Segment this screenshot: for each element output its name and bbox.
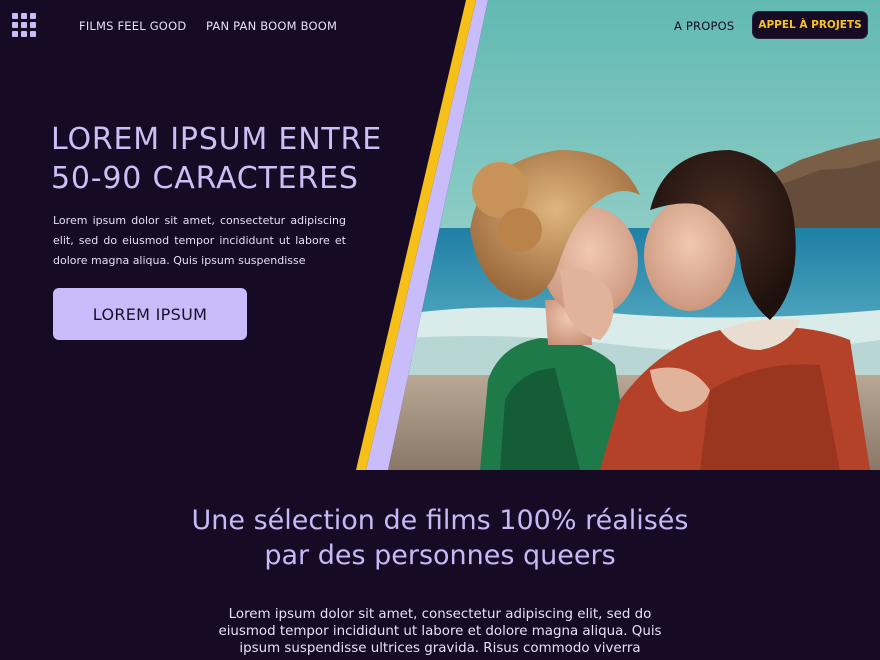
- nav-link-a-propos[interactable]: A PROPOS: [674, 19, 734, 33]
- nav-link-pan-pan-boom-boom[interactable]: PAN PAN BOOM BOOM: [206, 19, 337, 33]
- top-navigation: FILMS FEEL GOOD PAN PAN BOOM BOOM A PROP…: [0, 0, 880, 52]
- hero-section: FILMS FEEL GOOD PAN PAN BOOM BOOM A PROP…: [0, 0, 880, 470]
- hero-title-line-2: 50-90 CARACTERES: [51, 161, 359, 196]
- hero-description: Lorem ipsum dolor sit amet, consectetur …: [53, 214, 346, 267]
- section-title: Une sélection de films 100% réalisés par…: [0, 503, 880, 573]
- hero-title-line-1: LOREM IPSUM ENTRE: [51, 122, 382, 157]
- section-title-line-2: par des personnes queers: [264, 540, 616, 571]
- grid-menu-icon[interactable]: [12, 13, 38, 39]
- section-title-line-1: Une sélection de films 100% réalisés: [191, 505, 689, 536]
- section-description: Lorem ipsum dolor sit amet, consectetur …: [218, 607, 662, 656]
- nav-link-films-feel-good[interactable]: FILMS FEEL GOOD: [79, 19, 186, 33]
- hero-title: LOREM IPSUM ENTRE 50-90 CARACTERES: [51, 120, 391, 198]
- hero-cta-button[interactable]: LOREM IPSUM: [53, 288, 247, 340]
- appel-a-projets-button[interactable]: APPEL À PROJETS: [752, 11, 868, 39]
